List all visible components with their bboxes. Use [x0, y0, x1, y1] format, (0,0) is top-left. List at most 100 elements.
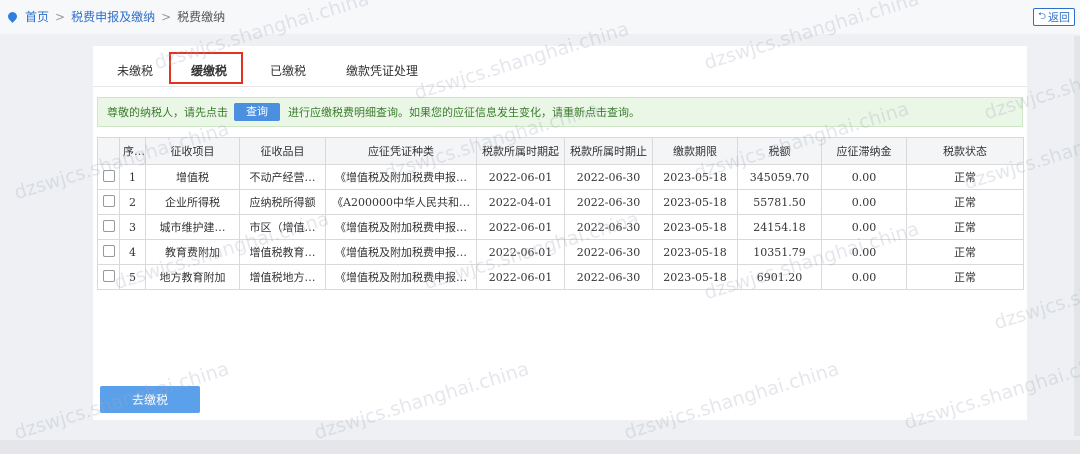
row-select-cell	[97, 214, 120, 240]
table-cell: 2022-06-01	[476, 164, 565, 190]
table-row[interactable]: 3 城市维护建… 市区（增值… 《增值税及附加税费申报… 2022-06-01 2022-…	[97, 214, 1024, 240]
bottom-bar	[0, 440, 1080, 454]
go-pay-button[interactable]: 去缴税	[100, 386, 200, 413]
query-notice: 尊敬的纳税人，请先点击 查询 进行应缴税费明细查询。如果您的应征信息发生变化，请…	[97, 97, 1023, 127]
row-checkbox[interactable]	[102, 169, 115, 182]
table-cell: 2022-06-01	[476, 214, 565, 240]
table-cell: 企业所得税	[145, 189, 240, 215]
table-cell: 教育费附加	[145, 239, 240, 265]
table-cell: 地方教育附加	[145, 264, 240, 290]
header-select-cell	[97, 137, 120, 165]
table-cell: 55781.50	[737, 189, 822, 215]
table-cell: 4	[119, 239, 146, 265]
column-header: 税款状态	[906, 137, 1024, 165]
tab-paid[interactable]: 已缴税	[270, 62, 306, 79]
table-cell: 正常	[906, 264, 1024, 290]
table-cell: 0.00	[821, 164, 907, 190]
table-cell: 2023-05-18	[652, 264, 738, 290]
table-cell: 正常	[906, 164, 1024, 190]
back-button[interactable]: ⮌ 返回	[1033, 8, 1075, 26]
column-header: 税额	[737, 137, 822, 165]
table-cell: 0.00	[821, 239, 907, 265]
table-header-row: 序号 征收项目 征收品目 应征凭证种类 税款所属时期起 税款所属时期止 缴款期限 税额 应征滞纳…	[97, 137, 1024, 165]
table-row[interactable]: 5 地方教育附加 增值税地方… 《增值税及附加税费申报… 2022-06-01 2022-…	[97, 264, 1024, 290]
table-cell: 正常	[906, 214, 1024, 240]
table-cell: 2023-05-18	[652, 164, 738, 190]
table-cell: 城市维护建…	[145, 214, 240, 240]
row-select-cell	[97, 264, 120, 290]
table-cell: 2022-06-30	[564, 239, 653, 265]
tab-highlight-box	[169, 52, 243, 84]
table-cell: 0.00	[821, 189, 907, 215]
table-cell: 6901.20	[737, 264, 822, 290]
column-header: 应征凭证种类	[325, 137, 477, 165]
table-cell: 0.00	[821, 214, 907, 240]
table-cell: 0.00	[821, 264, 907, 290]
table-cell: 不动产经营…	[239, 164, 326, 190]
tab-payment-voucher[interactable]: 缴款凭证处理	[346, 62, 418, 79]
column-header: 征收品目	[239, 137, 326, 165]
table-cell: 1	[119, 164, 146, 190]
table-cell: 2022-06-30	[564, 264, 653, 290]
return-arrow-icon: ⮌	[1037, 10, 1046, 22]
table-cell: 增值税	[145, 164, 240, 190]
location-pin-icon	[6, 10, 19, 23]
table-cell: 《增值税及附加税费申报…	[325, 214, 477, 240]
column-header: 税款所属时期止	[564, 137, 653, 165]
row-checkbox[interactable]	[102, 269, 115, 282]
notice-text-after: 进行应缴税费明细查询。如果您的应征信息发生变化，请重新点击查询。	[288, 106, 640, 119]
table-cell: 3	[119, 214, 146, 240]
table-cell: 正常	[906, 239, 1024, 265]
row-select-cell	[97, 189, 120, 215]
row-checkbox[interactable]	[102, 219, 115, 232]
page-scrollbar[interactable]	[1074, 36, 1080, 436]
table-cell: 2023-05-18	[652, 239, 738, 265]
column-header: 应征滞纳金	[821, 137, 907, 165]
column-header: 税款所属时期起	[476, 137, 565, 165]
row-select-cell	[97, 239, 120, 265]
table-cell: 2022-04-01	[476, 189, 565, 215]
table-cell: 《A200000中华人民共和…	[325, 189, 477, 215]
table-cell: 2022-06-01	[476, 264, 565, 290]
back-button-label: 返回	[1048, 11, 1070, 24]
table-cell: 《增值税及附加税费申报…	[325, 164, 477, 190]
tax-payment-panel: 未缴税 缓缴税 已缴税 缴款凭证处理 尊敬的纳税人，请先点击 查询 进行应缴税费…	[93, 46, 1027, 420]
table-cell: 10351.79	[737, 239, 822, 265]
table-cell: 市区（增值…	[239, 214, 326, 240]
table-cell: 《增值税及附加税费申报…	[325, 239, 477, 265]
table-cell: 345059.70	[737, 164, 822, 190]
table-cell: 增值税教育…	[239, 239, 326, 265]
notice-text-before: 尊敬的纳税人，请先点击	[107, 106, 228, 119]
column-header: 征收项目	[145, 137, 240, 165]
table-cell: 《增值税及附加税费申报…	[325, 264, 477, 290]
tab-unpaid[interactable]: 未缴税	[117, 62, 153, 79]
table-cell: 应纳税所得额	[239, 189, 326, 215]
table-cell: 2022-06-01	[476, 239, 565, 265]
column-header: 缴款期限	[652, 137, 738, 165]
breadcrumb-separator: >	[161, 9, 172, 24]
table-row[interactable]: 1 增值税 不动产经营… 《增值税及附加税费申报… 2022-06-01 2022-06-…	[97, 164, 1024, 190]
row-checkbox[interactable]	[102, 194, 115, 207]
breadcrumb-home[interactable]: 首页	[25, 8, 49, 25]
breadcrumb-current: 税费缴纳	[177, 10, 226, 24]
table-cell: 2023-05-18	[652, 214, 738, 240]
row-select-cell	[97, 164, 120, 190]
breadcrumb: 首页 > 税费申报及缴纳 > 税费缴纳	[6, 8, 226, 25]
table-cell: 正常	[906, 189, 1024, 215]
table-cell: 24154.18	[737, 214, 822, 240]
table-row[interactable]: 4 教育费附加 增值税教育… 《增值税及附加税费申报… 2022-06-01 2022-0…	[97, 239, 1024, 265]
table-cell: 5	[119, 264, 146, 290]
row-checkbox[interactable]	[102, 244, 115, 257]
query-button[interactable]: 查询	[234, 103, 280, 121]
table-cell: 增值税地方…	[239, 264, 326, 290]
table-cell: 2023-05-18	[652, 189, 738, 215]
table-cell: 2022-06-30	[564, 189, 653, 215]
top-bar: 首页 > 税费申报及缴纳 > 税费缴纳 ⮌ 返回	[0, 0, 1080, 34]
table-cell: 2022-06-30	[564, 214, 653, 240]
tax-table: 序号 征收项目 征收品目 应征凭证种类 税款所属时期起 税款所属时期止 缴款期限 税额 应征滞纳…	[97, 137, 1024, 290]
column-header: 序号	[119, 137, 146, 165]
table-row[interactable]: 2 企业所得税 应纳税所得额 《A200000中华人民共和… 2022-04-01 202…	[97, 189, 1024, 215]
breadcrumb-tax-declaration[interactable]: 税费申报及缴纳	[71, 8, 155, 25]
breadcrumb-separator: >	[55, 9, 66, 24]
table-cell: 2022-06-30	[564, 164, 653, 190]
